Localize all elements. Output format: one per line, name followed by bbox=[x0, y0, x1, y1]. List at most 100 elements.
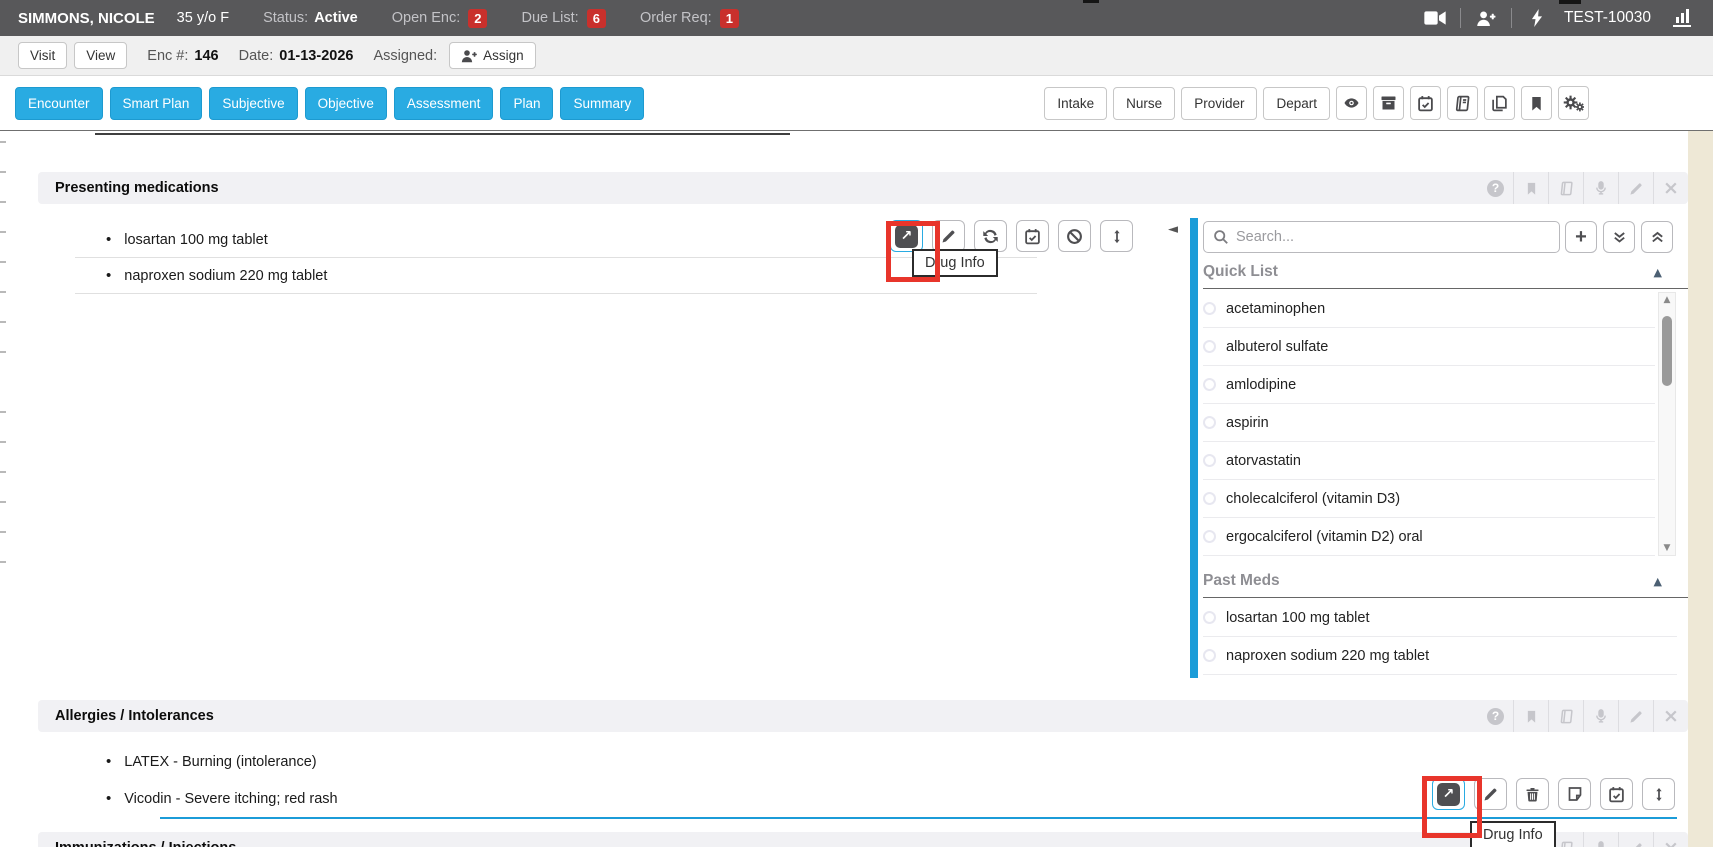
intake-button[interactable]: Intake bbox=[1044, 87, 1107, 120]
calendar-check-icon bbox=[1024, 228, 1041, 245]
reorder-button[interactable] bbox=[1642, 778, 1675, 810]
visit-button[interactable]: Visit bbox=[18, 42, 67, 69]
add-medication-button[interactable]: + bbox=[1565, 221, 1597, 253]
help-icon[interactable]: ? bbox=[1478, 700, 1513, 732]
scroll-down-icon[interactable]: ▼ bbox=[1659, 543, 1675, 553]
list-item[interactable]: losartan 100 mg tablet bbox=[1203, 599, 1677, 637]
search-input[interactable] bbox=[1236, 229, 1536, 245]
search-box[interactable] bbox=[1203, 221, 1560, 253]
enc-number-value: 146 bbox=[194, 48, 218, 64]
eye-icon-button[interactable] bbox=[1336, 86, 1367, 120]
view-button[interactable]: View bbox=[74, 42, 127, 69]
edit-pencil-icon[interactable] bbox=[1618, 700, 1653, 732]
expand-all-button[interactable] bbox=[1603, 221, 1635, 253]
list-item[interactable]: cholecalciferol (vitamin D3) bbox=[1203, 480, 1655, 518]
microphone-icon[interactable] bbox=[1583, 172, 1618, 204]
microphone-icon[interactable] bbox=[1583, 700, 1618, 732]
add-person-icon[interactable] bbox=[1469, 5, 1503, 31]
list-item[interactable]: ergocalciferol (vitamin D2) oral bbox=[1203, 518, 1655, 556]
book-icon[interactable] bbox=[1548, 700, 1583, 732]
gears-icon-button[interactable] bbox=[1558, 86, 1589, 120]
list-item[interactable]: acetaminophen bbox=[1203, 290, 1655, 328]
medication-row[interactable]: • naproxen sodium 220 mg tablet bbox=[106, 267, 327, 284]
section-title: Allergies / Intolerances bbox=[55, 708, 214, 724]
double-chevron-down-icon bbox=[1612, 230, 1627, 245]
drag-circle-icon bbox=[1203, 492, 1216, 505]
video-camera-icon[interactable] bbox=[1418, 5, 1452, 31]
calendar-check-icon bbox=[1608, 786, 1625, 803]
edit-pencil-icon[interactable] bbox=[1618, 832, 1653, 847]
open-enc-label: Open Enc: bbox=[392, 10, 461, 26]
discontinue-button[interactable] bbox=[1058, 220, 1091, 252]
bullet-icon: • bbox=[106, 790, 111, 807]
collapse-all-button[interactable] bbox=[1641, 221, 1673, 253]
quick-list-header[interactable]: Quick List ▲ bbox=[1203, 263, 1688, 289]
edit-pencil-icon[interactable] bbox=[1618, 172, 1653, 204]
refresh-icon bbox=[982, 228, 999, 245]
drag-circle-icon bbox=[1203, 611, 1216, 624]
bullet-icon: • bbox=[106, 753, 111, 770]
calendar-check-icon-button[interactable] bbox=[1410, 86, 1441, 120]
tab-smart-plan[interactable]: Smart Plan bbox=[110, 87, 203, 120]
date-value: 01-13-2026 bbox=[279, 48, 353, 64]
schedule-button[interactable] bbox=[1016, 220, 1049, 252]
medication-picker-sidebar: + Quick List ▲ acetaminophen albuterol s… bbox=[1190, 218, 1688, 678]
medication-option: aspirin bbox=[1226, 415, 1269, 431]
refresh-button[interactable] bbox=[974, 220, 1007, 252]
microphone-icon[interactable] bbox=[1583, 832, 1618, 847]
archive-box-icon-button[interactable] bbox=[1373, 86, 1404, 120]
order-req-badge[interactable]: 1 bbox=[720, 9, 739, 28]
list-item[interactable]: naproxen sodium 220 mg tablet bbox=[1203, 637, 1677, 675]
scrolled-divider bbox=[95, 133, 790, 135]
scrollbar-thumb[interactable] bbox=[1662, 316, 1672, 386]
section-title: Presenting medications bbox=[55, 180, 219, 196]
book-icon-button[interactable] bbox=[1447, 86, 1478, 120]
bookmark-icon[interactable] bbox=[1513, 172, 1548, 204]
tab-summary[interactable]: Summary bbox=[560, 87, 644, 120]
nurse-button[interactable]: Nurse bbox=[1113, 87, 1175, 120]
due-list-badge[interactable]: 6 bbox=[587, 9, 606, 28]
allergy-row[interactable]: • LATEX - Burning (intolerance) bbox=[106, 753, 317, 770]
book-icon[interactable] bbox=[1548, 172, 1583, 204]
list-item[interactable]: aspirin bbox=[1203, 404, 1655, 442]
list-item[interactable]: albuterol sulfate bbox=[1203, 328, 1655, 366]
schedule-button[interactable] bbox=[1600, 778, 1633, 810]
close-icon[interactable]: × bbox=[1653, 700, 1688, 732]
trash-icon bbox=[1525, 786, 1540, 803]
provider-button[interactable]: Provider bbox=[1181, 87, 1257, 120]
list-scrollbar[interactable]: ▲ ▼ bbox=[1658, 292, 1676, 556]
collapse-group-icon[interactable]: ▲ bbox=[1654, 266, 1662, 279]
delete-button[interactable] bbox=[1516, 778, 1549, 810]
close-icon[interactable]: × bbox=[1653, 832, 1688, 847]
tab-subjective[interactable]: Subjective bbox=[209, 87, 297, 120]
pencil-icon bbox=[1483, 786, 1499, 802]
bookmark-icon-button[interactable] bbox=[1521, 86, 1552, 120]
medication-option: atorvastatin bbox=[1226, 453, 1301, 469]
collapse-group-icon[interactable]: ▲ bbox=[1654, 575, 1662, 588]
close-icon[interactable]: × bbox=[1653, 172, 1688, 204]
tab-objective[interactable]: Objective bbox=[305, 87, 387, 120]
sidebar-collapse-arrow[interactable]: ◄ bbox=[1168, 222, 1178, 237]
assign-button[interactable]: Assign bbox=[449, 42, 536, 69]
help-icon[interactable]: ? bbox=[1478, 172, 1513, 204]
scroll-up-icon[interactable]: ▲ bbox=[1659, 295, 1675, 305]
tab-assessment[interactable]: Assessment bbox=[394, 87, 494, 120]
list-item[interactable]: amlodipine bbox=[1203, 366, 1655, 404]
bookmark-icon[interactable] bbox=[1513, 700, 1548, 732]
tab-plan[interactable]: Plan bbox=[500, 87, 553, 120]
open-enc-badge[interactable]: 2 bbox=[468, 9, 487, 28]
drag-circle-icon bbox=[1203, 340, 1216, 353]
past-meds-header[interactable]: Past Meds ▲ bbox=[1203, 572, 1688, 598]
drag-circle-icon bbox=[1203, 454, 1216, 467]
copy-icon-button[interactable] bbox=[1484, 86, 1515, 120]
note-button[interactable] bbox=[1558, 778, 1591, 810]
depart-button[interactable]: Depart bbox=[1263, 87, 1330, 120]
bar-chart-icon[interactable] bbox=[1665, 5, 1699, 31]
annotation-highlight-drug-info bbox=[886, 221, 940, 282]
lightning-bolt-icon[interactable] bbox=[1520, 5, 1554, 31]
allergy-row[interactable]: • Vicodin - Severe itching; red rash bbox=[106, 790, 338, 807]
reorder-button[interactable] bbox=[1100, 220, 1133, 252]
tab-encounter[interactable]: Encounter bbox=[15, 87, 103, 120]
medication-row[interactable]: • losartan 100 mg tablet bbox=[106, 231, 268, 248]
list-item[interactable]: atorvastatin bbox=[1203, 442, 1655, 480]
